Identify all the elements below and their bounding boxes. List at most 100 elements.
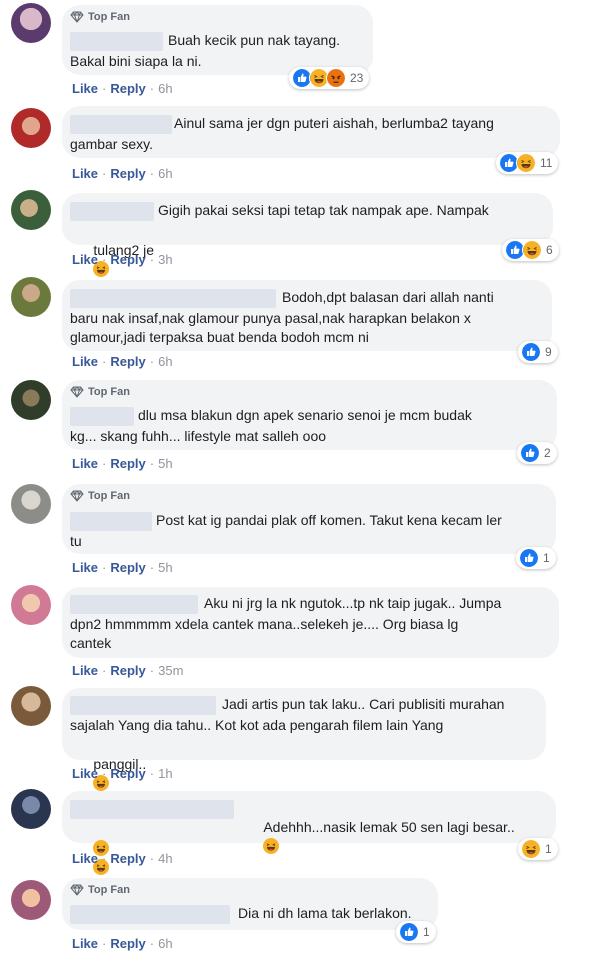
comment-bubble: Gigih pakai seksi tapi tetap tak nampak … bbox=[62, 193, 553, 245]
reply-button[interactable]: Reply bbox=[110, 936, 145, 951]
comment-actions: Like · Reply · 6h bbox=[72, 354, 173, 369]
author-name[interactable] bbox=[70, 407, 134, 426]
comment-text: cantek bbox=[70, 635, 112, 651]
like-button[interactable]: Like bbox=[72, 766, 98, 781]
reply-button[interactable]: Reply bbox=[110, 766, 145, 781]
timestamp[interactable]: 1h bbox=[158, 766, 172, 781]
comment-item: Adehhh...nasik lemak 50 sen lagi besar..… bbox=[0, 787, 600, 872]
separator: · bbox=[149, 766, 155, 781]
reply-button[interactable]: Reply bbox=[110, 663, 145, 678]
reply-button[interactable]: Reply bbox=[110, 354, 145, 369]
separator: · bbox=[102, 663, 107, 678]
reaction-count: 23 bbox=[350, 71, 364, 85]
comment-text: Bodoh,dpt balasan dari allah nanti bbox=[282, 289, 494, 305]
comment-text: Jadi artis pun tak laku.. Cari publisiti… bbox=[222, 696, 505, 712]
reaction-count: 2 bbox=[544, 446, 551, 460]
timestamp[interactable]: 6h bbox=[158, 936, 172, 951]
timestamp[interactable]: 4h bbox=[158, 851, 172, 866]
reaction-summary[interactable]: 11 bbox=[496, 152, 559, 174]
author-name[interactable] bbox=[70, 202, 154, 221]
comment-bubble: Ainul sama jer dgn puteri aishah, berlum… bbox=[62, 106, 560, 158]
reply-button[interactable]: Reply bbox=[110, 456, 145, 471]
like-button[interactable]: Like bbox=[72, 456, 98, 471]
comment-item: Ainul sama jer dgn puteri aishah, berlum… bbox=[0, 100, 600, 190]
like-button[interactable]: Like bbox=[72, 252, 98, 267]
reply-button[interactable]: Reply bbox=[110, 560, 145, 575]
reaction-summary[interactable]: 9 bbox=[518, 341, 558, 363]
avatar[interactable] bbox=[11, 380, 51, 420]
comment-actions: Like · Reply · 6h bbox=[72, 166, 173, 181]
avatar[interactable] bbox=[11, 789, 51, 829]
separator: · bbox=[149, 663, 155, 678]
diamond-icon bbox=[70, 884, 84, 896]
timestamp[interactable]: 6h bbox=[158, 81, 172, 96]
author-name[interactable] bbox=[70, 800, 234, 819]
reaction-summary[interactable]: 6 bbox=[502, 239, 559, 261]
author-name[interactable] bbox=[70, 696, 216, 715]
author-name[interactable] bbox=[70, 905, 230, 924]
avatar[interactable] bbox=[11, 3, 51, 43]
like-icon bbox=[521, 342, 541, 362]
comment-bubble: Top Fan Post kat ig pandai plak off kome… bbox=[62, 484, 556, 554]
timestamp[interactable]: 6h bbox=[158, 354, 172, 369]
diamond-icon bbox=[70, 386, 84, 398]
reply-button[interactable]: Reply bbox=[110, 166, 145, 181]
comment-item: Top Fan Post kat ig pandai plak off kome… bbox=[0, 480, 600, 583]
timestamp[interactable]: 5h bbox=[158, 560, 172, 575]
comment-text: glamour,jadi terpaksa buat benda bodoh m… bbox=[70, 329, 369, 345]
avatar[interactable] bbox=[11, 190, 51, 230]
comment-text: baru nak insaf,nak glamour punya pasal,n… bbox=[70, 310, 471, 326]
avatar[interactable] bbox=[11, 484, 51, 524]
separator: · bbox=[102, 936, 107, 951]
comment-actions: Like · Reply · 4h bbox=[72, 851, 173, 866]
like-button[interactable]: Like bbox=[72, 663, 98, 678]
like-icon bbox=[520, 443, 540, 463]
reply-button[interactable]: Reply bbox=[110, 81, 145, 96]
angry-icon bbox=[326, 68, 346, 88]
top-fan-label: Top Fan bbox=[88, 11, 130, 23]
comment-text: dlu msa blakun dgn apek senario senoi je… bbox=[138, 407, 472, 423]
reply-button[interactable]: Reply bbox=[110, 252, 145, 267]
avatar[interactable] bbox=[11, 277, 51, 317]
reaction-count: 11 bbox=[540, 156, 553, 170]
timestamp[interactable]: 3h bbox=[158, 252, 172, 267]
author-name[interactable] bbox=[70, 32, 163, 51]
separator: · bbox=[149, 252, 155, 267]
timestamp[interactable]: 5h bbox=[158, 456, 172, 471]
reaction-summary[interactable]: 1 bbox=[516, 547, 556, 569]
author-name[interactable] bbox=[70, 289, 276, 308]
comment-item: Top Fan dlu msa blakun dgn apek senario … bbox=[0, 377, 600, 480]
like-button[interactable]: Like bbox=[72, 851, 98, 866]
avatar[interactable] bbox=[11, 585, 51, 625]
author-name[interactable] bbox=[70, 512, 152, 531]
reply-button[interactable]: Reply bbox=[110, 851, 145, 866]
like-button[interactable]: Like bbox=[72, 166, 98, 181]
timestamp[interactable]: 6h bbox=[158, 166, 172, 181]
author-name[interactable] bbox=[70, 595, 198, 614]
diamond-icon bbox=[70, 11, 84, 23]
comment-item: Top Fan Dia ni dh lama tak berlakon. 1 L… bbox=[0, 872, 600, 957]
separator: · bbox=[102, 851, 107, 866]
timestamp[interactable]: 35m bbox=[158, 663, 183, 678]
avatar[interactable] bbox=[11, 686, 51, 726]
avatar[interactable] bbox=[11, 108, 51, 148]
avatar[interactable] bbox=[11, 880, 51, 920]
like-button[interactable]: Like bbox=[72, 354, 98, 369]
reaction-summary[interactable]: 1 bbox=[396, 921, 436, 943]
separator: · bbox=[149, 851, 155, 866]
reaction-summary[interactable]: 2 bbox=[517, 442, 557, 464]
author-name[interactable] bbox=[70, 115, 172, 134]
comment-text: gambar sexy. bbox=[70, 136, 153, 152]
comment-text: Aku ni jrg la nk ngutok...tp nk taip jug… bbox=[204, 595, 502, 611]
like-button[interactable]: Like bbox=[72, 81, 98, 96]
comment-item: Aku ni jrg la nk ngutok...tp nk taip jug… bbox=[0, 583, 600, 685]
like-button[interactable]: Like bbox=[72, 560, 98, 575]
reaction-summary[interactable]: 23 bbox=[289, 67, 370, 89]
like-icon bbox=[519, 548, 539, 568]
comment-actions: Like · Reply · 5h bbox=[72, 456, 173, 471]
reaction-summary[interactable]: 1 bbox=[518, 838, 558, 860]
like-button[interactable]: Like bbox=[72, 936, 98, 951]
like-icon bbox=[399, 922, 419, 942]
comment-actions: Like · Reply · 6h bbox=[72, 936, 173, 951]
top-fan-badge: Top Fan bbox=[70, 385, 130, 399]
